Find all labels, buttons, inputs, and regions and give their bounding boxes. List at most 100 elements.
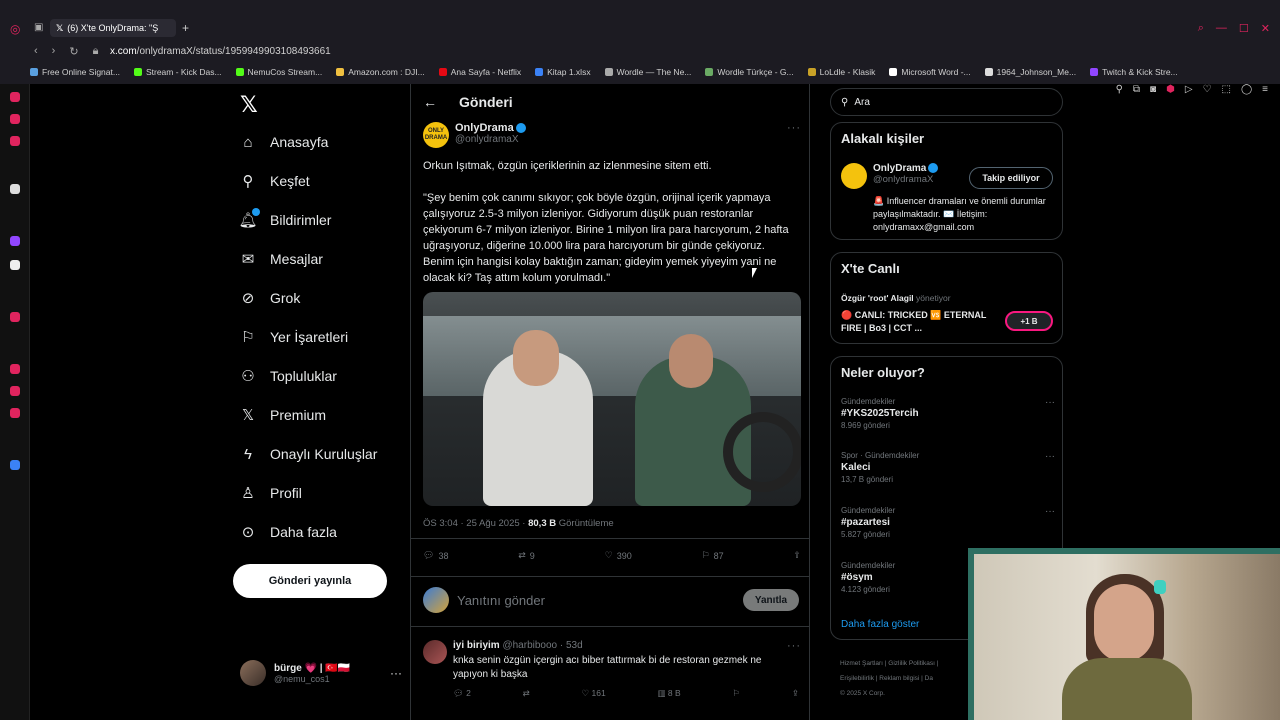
nav-messages[interactable]: ✉ Mesajlar: [240, 251, 323, 268]
repost-action[interactable]: ⇄ 9: [518, 550, 535, 561]
more-icon[interactable]: ···: [1045, 506, 1055, 517]
twitch-icon[interactable]: [10, 236, 20, 246]
nav-notifications[interactable]: 🔔︎ Bildirimler: [238, 208, 331, 229]
live-description[interactable]: 🔴 CANLI: TRICKED 🆚 ETERNAL FIRE | Bo3 | …: [841, 309, 991, 335]
search-input[interactable]: ⚲ Ara: [830, 88, 1063, 116]
nav-communities[interactable]: ⚇ Topluluklar: [240, 368, 337, 385]
bookmark-item[interactable]: Ana Sayfa - Netflix: [438, 64, 521, 80]
bookmark-item[interactable]: Free Online Signat...: [30, 64, 120, 80]
nav-grok[interactable]: ⊘ Grok: [240, 290, 301, 307]
footer-line[interactable]: Erişilebilirlik | Reklam bilgisi | Da: [840, 671, 980, 686]
account-switcher[interactable]: bürge 💗 | 🇹🇷🇵🇱 @nemu_cos1 ···: [240, 660, 402, 686]
reload-icon[interactable]: ↻: [69, 45, 78, 58]
person-name[interactable]: OnlyDrama: [873, 163, 926, 174]
reply-action[interactable]: 💬︎ 2: [453, 688, 471, 699]
camera-icon[interactable]: ◙: [1150, 84, 1156, 95]
bookmark-action[interactable]: ⚐ 87: [702, 550, 724, 561]
heart-icon[interactable]: ♡: [1203, 84, 1212, 95]
more-icon[interactable]: ···: [787, 640, 801, 652]
maximize-icon[interactable]: ☐: [1239, 22, 1249, 35]
reply-author-name[interactable]: iyi biriyim: [453, 640, 500, 651]
following-button[interactable]: Takip ediliyor: [969, 167, 1053, 189]
share-action[interactable]: ⇪: [793, 550, 801, 561]
active-tab[interactable]: 𝕏 (6) X'te OnlyDrama: "Ş: [50, 19, 176, 37]
trend-item[interactable]: Spor · Gündemdekiler Kaleci 13,7 B gönde…: [841, 451, 1055, 484]
person-handle[interactable]: @onlydramaX: [873, 174, 938, 185]
close-icon[interactable]: ✕: [1261, 22, 1270, 35]
back-arrow-icon[interactable]: ←: [423, 94, 437, 110]
tweet-video[interactable]: [423, 292, 801, 506]
sidebar-app-icon[interactable]: [10, 386, 20, 396]
nav-explore[interactable]: ⚲ Keşfet: [240, 173, 310, 190]
sidebar-app-icon[interactable]: [10, 114, 20, 124]
views-action[interactable]: ▥ 8 B: [657, 688, 680, 699]
x-app-icon[interactable]: [10, 260, 20, 270]
menu-icon[interactable]: ≡: [1262, 84, 1268, 95]
sidebar-app-icon[interactable]: [10, 460, 20, 470]
bookmark-item[interactable]: Microsoft Word -...: [889, 64, 971, 80]
author-name[interactable]: OnlyDrama: [455, 122, 514, 134]
bookmark-item[interactable]: NemuCos Stream...: [235, 64, 322, 80]
bookmark-item[interactable]: Amazon.com : DJI...: [336, 64, 425, 80]
bookmark-item[interactable]: Wordle — The Ne...: [604, 64, 691, 80]
trend-item[interactable]: Gündemdekiler #YKS2025Tercih 8.969 gönde…: [841, 397, 1055, 430]
settings-icon[interactable]: [10, 408, 20, 418]
more-icon[interactable]: ···: [787, 122, 801, 134]
reply-input[interactable]: Yanıtını gönder: [457, 593, 735, 608]
play-icon[interactable]: ▷: [1185, 84, 1193, 95]
snapshot-icon[interactable]: ⧉: [1133, 84, 1140, 95]
shield-icon[interactable]: ⬢: [1166, 84, 1175, 95]
repost-icon[interactable]: ⇄: [523, 688, 530, 699]
sidebar-app-icon[interactable]: [10, 136, 20, 146]
reply-author-handle[interactable]: @harbibooo · 53d: [502, 640, 582, 651]
url-field[interactable]: x.com/onlydramaX/status/1959949903108493…: [110, 46, 331, 57]
bookmark-icon[interactable]: ⚐: [732, 688, 740, 699]
pin-icon[interactable]: ⚲: [1116, 84, 1123, 95]
reply-action[interactable]: 💬︎ 38: [423, 550, 448, 561]
author-handle[interactable]: @onlydramaX: [455, 134, 526, 145]
nav-home[interactable]: ⌂ Anasayfa: [240, 134, 328, 151]
bookmark-item[interactable]: 1964_Johnson_Me...: [984, 64, 1076, 80]
sidebar-app-icon[interactable]: [10, 312, 20, 322]
nav-bookmarks[interactable]: ⚐ Yer İşaretleri: [240, 329, 348, 346]
more-icon[interactable]: ···: [390, 666, 402, 680]
tweet-time[interactable]: ÖS 3:04 · 25 Ağu 2025 ·: [423, 518, 525, 529]
new-tab-button[interactable]: +: [182, 21, 189, 35]
search-icon[interactable]: ⌕: [1198, 22, 1204, 35]
show-more-link[interactable]: Daha fazla göster: [841, 619, 919, 630]
avatar[interactable]: [841, 163, 867, 189]
nav-premium[interactable]: 𝕏 Premium: [240, 407, 326, 424]
extensions-icon[interactable]: ⬚: [1222, 84, 1231, 95]
reply-button[interactable]: Yanıtla: [743, 589, 799, 611]
sidebar-app-icon[interactable]: [10, 184, 20, 194]
bookmark-item[interactable]: Stream - Kick Das...: [133, 64, 222, 80]
post-button[interactable]: Gönderi yayınla: [233, 564, 387, 598]
avatar[interactable]: ONLY DRAMA: [423, 122, 449, 148]
tweet-author[interactable]: ONLY DRAMA OnlyDrama @onlydramaX: [423, 122, 526, 148]
forward-icon[interactable]: ›: [52, 45, 56, 58]
live-listeners-pill[interactable]: +1 B: [1005, 311, 1053, 331]
live-host[interactable]: Özgür 'root' Alagil yönetiyor: [841, 293, 951, 303]
back-icon[interactable]: ‹: [34, 45, 38, 58]
bookmark-item[interactable]: LoLdle - Klasik: [807, 64, 875, 80]
footer-line[interactable]: Hizmet Şartları | Gizlilik Politikası |: [840, 656, 980, 671]
bookmark-item[interactable]: Twitch & Kick Stre...: [1090, 64, 1178, 80]
nav-profile[interactable]: ♙ Profil: [240, 485, 302, 502]
trend-item[interactable]: Gündemdekiler #pazartesi 5.827 gönderi ·…: [841, 506, 1055, 539]
avatar[interactable]: [423, 640, 447, 664]
more-icon[interactable]: ···: [1045, 451, 1055, 462]
x-logo-icon[interactable]: 𝕏: [240, 92, 258, 118]
workspace-icon[interactable]: ▣: [34, 22, 43, 33]
more-icon[interactable]: ···: [1045, 397, 1055, 408]
bookmark-item[interactable]: Wordle Türkçe - G...: [705, 64, 794, 80]
sidebar-app-icon[interactable]: [10, 364, 20, 374]
nav-more[interactable]: ⊙ Daha fazla: [240, 524, 337, 541]
browser-menu-icon[interactable]: ◎: [10, 22, 20, 36]
share-icon[interactable]: ⇪: [792, 688, 799, 699]
profile-icon[interactable]: ◯: [1241, 84, 1252, 95]
sidebar-app-icon[interactable]: [10, 92, 20, 102]
related-person[interactable]: OnlyDrama @onlydramaX: [841, 163, 939, 189]
like-action[interactable]: ♡ 161: [582, 688, 606, 699]
minimize-icon[interactable]: —: [1216, 22, 1227, 35]
nav-verified-orgs[interactable]: ϟ Onaylı Kuruluşlar: [240, 446, 377, 463]
